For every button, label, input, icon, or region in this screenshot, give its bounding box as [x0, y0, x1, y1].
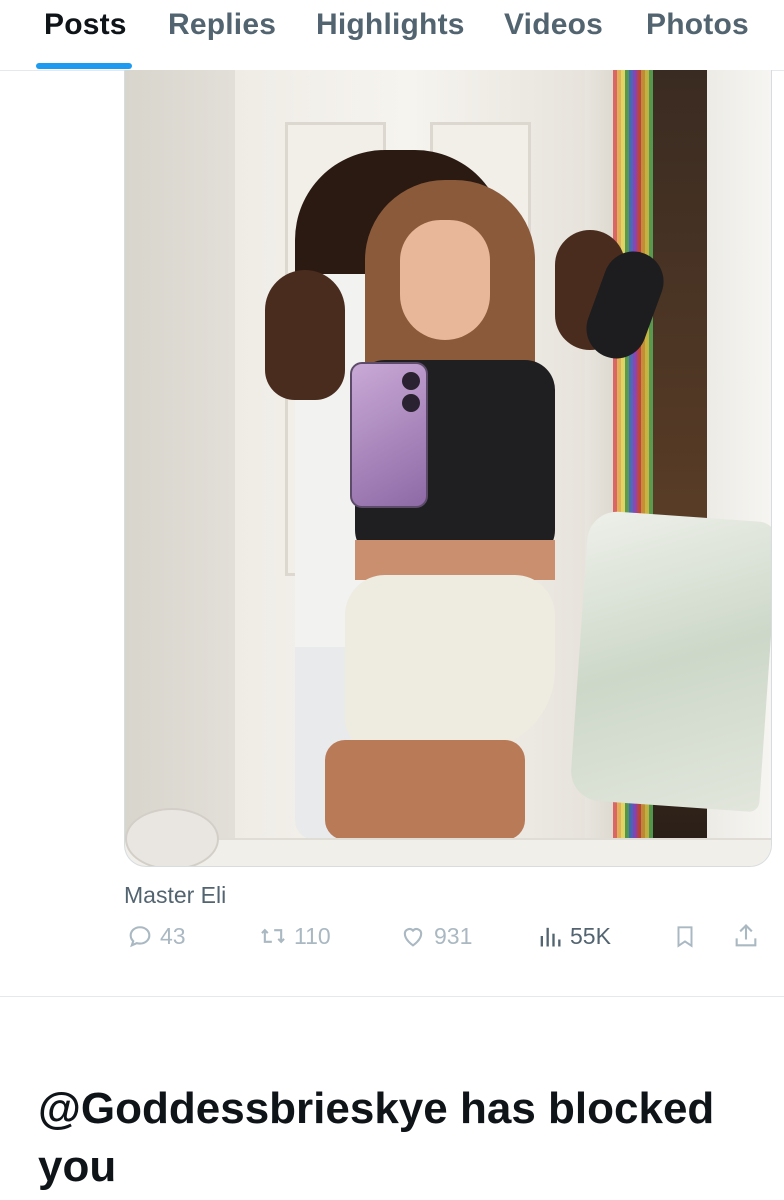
phone-camera: [402, 394, 420, 412]
like-button[interactable]: 931: [398, 922, 472, 950]
sink-counter: [125, 838, 771, 866]
tab-photos[interactable]: Photos: [646, 8, 749, 42]
active-tab-indicator: [36, 63, 132, 69]
tab-highlights[interactable]: Highlights: [316, 8, 465, 42]
bookmark-button[interactable]: [672, 922, 698, 950]
bookmark-icon: [677, 926, 693, 948]
reply-icon: [129, 926, 151, 948]
repost-icon: [261, 928, 285, 944]
section-divider: [0, 996, 784, 997]
reply-button[interactable]: 43: [126, 922, 186, 950]
tab-videos[interactable]: Videos: [504, 8, 603, 42]
reply-count: 43: [160, 922, 186, 949]
views-count: 55K: [570, 922, 611, 949]
phone-camera: [402, 372, 420, 390]
midriff: [355, 540, 555, 580]
bowl: [125, 808, 219, 866]
tab-replies[interactable]: Replies: [168, 8, 276, 42]
towel: [569, 509, 771, 813]
repost-button[interactable]: 110: [258, 922, 331, 950]
face: [400, 220, 490, 340]
white-shorts: [345, 575, 555, 750]
views-button[interactable]: 55K: [536, 922, 611, 950]
like-count: 931: [434, 922, 473, 949]
views-icon: [540, 927, 561, 947]
heart-icon: [403, 928, 423, 947]
blocked-message: @Goddessbrieskye has blocked you: [38, 1084, 715, 1191]
profile-tab-bar: Posts Replies Highlights Videos Photos: [0, 0, 784, 71]
post-action-bar: 43 110 931 55K: [124, 922, 774, 962]
post-photo[interactable]: [124, 70, 772, 867]
phone: [350, 362, 428, 508]
legs: [325, 740, 525, 840]
share-button[interactable]: [732, 922, 760, 950]
post-caption: Master Eli: [124, 882, 227, 908]
repost-count: 110: [294, 922, 331, 949]
share-icon: [735, 924, 757, 947]
tab-posts[interactable]: Posts: [44, 8, 127, 42]
